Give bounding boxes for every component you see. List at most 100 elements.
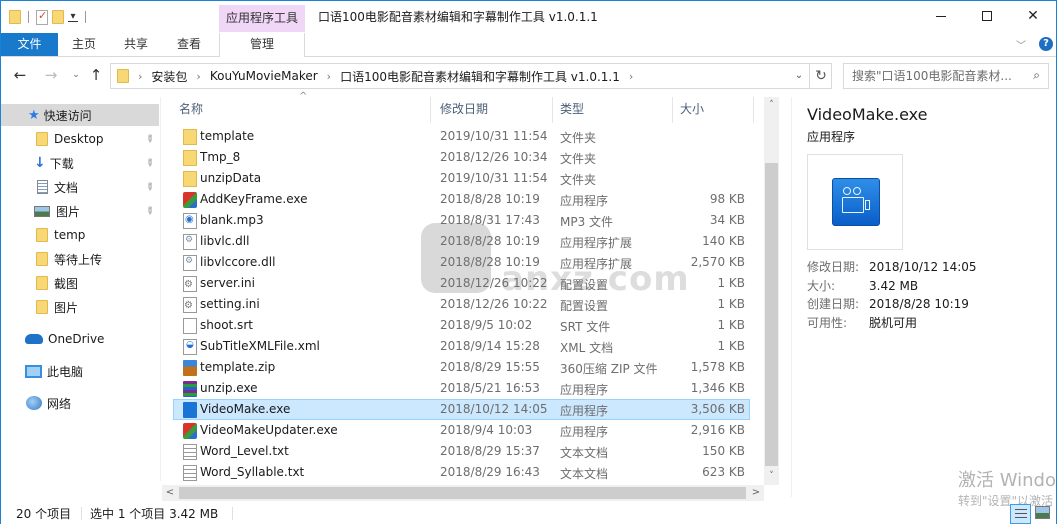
scrollbar-thumb[interactable] [179,487,746,499]
sidebar-item-temp[interactable]: temp [1,224,159,246]
vertical-scrollbar[interactable]: ˄ ˅ [764,97,779,485]
scroll-up-icon[interactable]: ˄ [764,97,779,114]
column-divider[interactable] [552,97,553,123]
search-box[interactable]: ⌕ [843,63,1049,89]
address-bar[interactable]: › 安装包 › KouYuMovieMaker › 口语100电影配音素材编辑和… [110,63,832,89]
file-row[interactable]: VideoMake.exe 2018/10/12 14:05 应用程序 3,506 K… [173,399,750,420]
watermark-text: anxz.com [501,259,690,299]
new-folder-icon[interactable] [52,10,64,24]
file-type: 应用程序 [560,383,609,397]
breadcrumb-item[interactable]: 安装包 [151,68,187,85]
sidebar-item-label: Desktop [54,132,104,146]
file-row[interactable]: Word_Level.txt 2018/8/29 15:37 文本文档 150 KB [173,441,750,462]
details-view-icon[interactable] [1010,504,1031,524]
address-history-dropdown-icon[interactable]: ⌄ [791,67,807,85]
sidebar-item-quick-access[interactable]: ★ 快速访问 [1,104,159,126]
sidebar-item-screenshots[interactable]: 截图 [1,272,159,294]
pin-icon[interactable]: ✎ [142,132,156,146]
back-button[interactable]: ← [11,65,29,85]
search-icon[interactable]: ⌕ [1033,68,1040,83]
video-file-icon [183,402,197,418]
up-button[interactable]: ↑ [87,65,105,85]
file-row[interactable]: Tmp_8 2018/12/26 10:34 文件夹 [173,147,750,168]
folder-icon[interactable] [9,10,21,24]
pin-icon[interactable]: ✎ [142,204,156,218]
star-icon: ★ [28,107,40,123]
large-icons-view-icon[interactable] [1035,506,1050,519]
file-row[interactable]: SubTitleXMLFile.xml 2018/9/14 15:28 XML 文档… [173,336,750,357]
details-file-type: 应用程序 [807,130,856,144]
tab-share[interactable]: 共享 [113,33,159,56]
sidebar-item-onedrive[interactable]: OneDrive [1,328,159,350]
pin-icon[interactable]: ✎ [142,180,156,194]
customize-toolbar-dropdown-icon[interactable]: ▾ [68,11,78,22]
expand-ribbon-icon[interactable]: ﹀ [1016,37,1026,52]
file-name: VideoMake.exe [200,402,291,416]
file-row[interactable]: unzipData 2019/10/31 11:54 文件夹 [173,168,750,189]
properties-icon[interactable] [36,9,48,25]
file-row[interactable]: shoot.srt 2018/9/5 10:02 SRT 文件 1 KB [173,315,750,336]
sidebar-item-this-pc[interactable]: 此电脑 [1,360,159,382]
sidebar-item-desktop[interactable]: Desktop ✎ [1,128,159,150]
file-type: 应用程序 [560,404,609,418]
pin-icon[interactable]: ✎ [142,156,156,170]
sidebar-item-downloads[interactable]: ↓ 下载 ✎ [1,152,159,174]
breadcrumb-separator[interactable]: › [327,70,331,83]
sidebar-item-documents[interactable]: 文档 ✎ [1,176,159,198]
breadcrumb-item[interactable]: 口语100电影配音素材编辑和字幕制作工具 v1.0.1.1 [340,68,620,85]
maximize-button[interactable] [964,1,1010,31]
file-row[interactable]: template.zip 2018/8/29 15:55 360压缩 ZIP 文件 1… [173,357,750,378]
file-name: Word_Level.txt [200,444,289,458]
file-size: 2,916 KB [690,423,745,437]
file-row[interactable]: AddKeyFrame.exe 2018/8/28 10:19 应用程序 98 KB [173,189,750,210]
search-input[interactable] [844,64,1024,88]
file-row[interactable]: Word_Syllable.txt 2018/8/29 16:43 文本文档 623 … [173,462,750,483]
txt-file-icon [183,465,197,481]
refresh-button[interactable]: ↻ [809,64,832,88]
scrollbar-thumb[interactable] [765,163,778,466]
file-modified-date: 2018/5/21 16:53 [440,381,540,395]
help-icon[interactable]: ? [1039,37,1053,51]
sidebar-item-label: 图片 [56,204,81,219]
tab-home[interactable]: 主页 [61,33,107,56]
lens-icon [865,200,870,210]
recent-locations-button[interactable]: ⌄ [67,65,85,85]
details-file-name: VideoMake.exe [807,105,928,124]
column-header-type[interactable]: 类型 [560,97,584,121]
download-icon: ↓ [34,155,46,171]
item-count: 20 个项目 [16,507,72,521]
folder-icon [117,69,129,83]
sidebar-item-pending-upload[interactable]: 等待上传 [1,248,159,270]
sidebar-item-pictures[interactable]: 图片 ✎ [1,200,159,222]
horizontal-scrollbar[interactable]: < > [162,485,764,501]
column-header-date[interactable]: 修改日期 [440,97,488,121]
column-divider[interactable] [753,97,754,123]
column-divider[interactable] [430,97,431,123]
column-divider[interactable] [672,97,673,123]
scroll-down-icon[interactable]: ˅ [764,468,779,485]
sidebar-item-label: 图片 [54,300,79,315]
breadcrumb-separator[interactable]: › [629,70,633,83]
tab-file[interactable]: 文件 [1,33,58,56]
sidebar-item-network[interactable]: 网络 [1,392,159,414]
close-button[interactable]: ✕ [1010,1,1056,31]
scroll-left-icon[interactable]: < [162,485,178,501]
breadcrumb-separator[interactable]: › [196,70,200,83]
scroll-right-icon[interactable]: > [748,485,764,501]
tab-manage[interactable]: 管理 [219,33,305,57]
tab-view[interactable]: 查看 [166,33,212,56]
file-row[interactable]: VideoMakeUpdater.exe 2018/9/4 10:03 应用程序 2,… [173,420,750,441]
divider [28,11,29,23]
sidebar-item-pictures-folder[interactable]: 图片 [1,296,159,318]
forward-button[interactable]: → [42,65,60,85]
file-row[interactable]: unzip.exe 2018/5/21 16:53 应用程序 1,346 KB [173,378,750,399]
rar-file-icon [183,381,197,397]
column-header-name[interactable]: 名称 [179,97,203,121]
breadcrumb-item[interactable]: KouYuMovieMaker [210,69,318,83]
divider [81,507,82,520]
breadcrumb-separator[interactable]: › [138,70,142,83]
column-header-size[interactable]: 大小 [680,97,704,121]
file-row[interactable]: template 2019/10/31 11:54 文件夹 [173,126,750,147]
minimize-button[interactable] [918,1,964,31]
folder-icon [36,276,48,290]
